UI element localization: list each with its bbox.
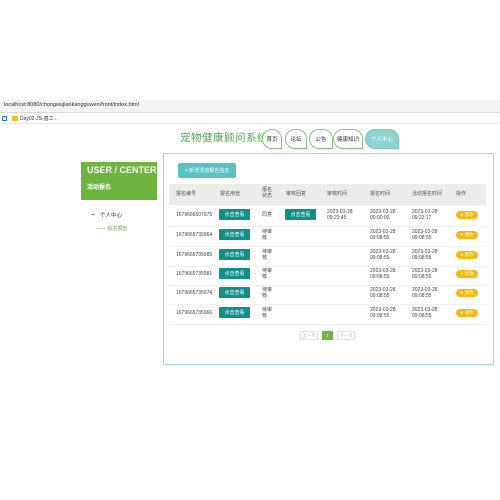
sidebar-item-registration[interactable]: —— 报名报告: [96, 225, 127, 232]
row-divider: [169, 285, 486, 286]
folder-icon[interactable]: [12, 116, 18, 121]
edit-button[interactable]: ● 修改: [456, 309, 478, 317]
cell-created-time: 2023-03-28 09:08:55: [412, 287, 438, 299]
cell-status: 待审 核: [262, 249, 273, 261]
address-text[interactable]: localhost:8080/chongwujiankangguwen/fron…: [4, 102, 139, 108]
add-registration-button[interactable]: + 新增活动报名信息: [178, 163, 236, 178]
blank-area: [0, 0, 500, 96]
view-reply-button[interactable]: 点击查看: [285, 209, 316, 220]
cell-created-time: 2023-03-28 09:08:55: [412, 249, 438, 261]
view-purpose-button[interactable]: 点击查看: [219, 209, 250, 220]
edit-button[interactable]: ● 修改: [456, 251, 478, 259]
cell-id: 1679665735985: [176, 252, 213, 258]
edit-button[interactable]: ● 修改: [456, 211, 478, 219]
column-header-reply: 审核回复: [286, 191, 307, 197]
cell-report-time: 2023-03-28 00:00:00: [370, 209, 396, 221]
view-purpose-button[interactable]: 点击查看: [219, 307, 250, 318]
cell-status: 待审 核: [262, 307, 273, 319]
sidebar-subtitle: 活动报名: [87, 185, 112, 191]
cell-report-time: 2023-03-28 09:08:55: [370, 287, 396, 299]
site-title: 宠物健康顾问系统: [180, 132, 268, 144]
edit-button[interactable]: ● 修改: [456, 270, 478, 278]
bookmark-item[interactable]: Day02-JS-基工...: [20, 115, 58, 122]
nav-tab-user-center[interactable]: 个人中心: [365, 129, 399, 149]
view-purpose-button[interactable]: 点击查看: [219, 249, 250, 260]
nav-tab-forum[interactable]: 论坛: [285, 129, 307, 149]
cell-id: 1679665735974: [176, 290, 213, 296]
cell-created-time: 2023-03-28 09:08:55: [412, 307, 438, 319]
view-purpose-button[interactable]: 点击查看: [219, 229, 250, 240]
cell-id: 1679665735981: [176, 271, 213, 277]
cell-id: 1679665735966: [176, 310, 213, 316]
cell-status: 同意: [262, 212, 273, 218]
nav-tab-knowledge[interactable]: 健康知识: [333, 129, 363, 149]
column-header-purpose: 报名用途: [220, 191, 241, 197]
cell-id: 1679665735964: [176, 232, 213, 238]
bookmark-app-icon[interactable]: [2, 116, 7, 121]
sidebar-title: USER / CENTER: [87, 165, 157, 175]
pagination-next[interactable]: 下一页: [337, 331, 355, 340]
edit-button[interactable]: ● 修改: [456, 289, 478, 297]
column-header-report-time: 报名时间: [370, 191, 391, 197]
edit-button[interactable]: ● 修改: [456, 231, 478, 239]
row-divider: [169, 246, 486, 247]
bookmarks-bar: [0, 113, 500, 124]
cell-report-time: 2023-03-28 09:08:55: [370, 307, 396, 319]
row-divider: [169, 304, 486, 305]
cell-report-time: 2023-03-28 09:08:55: [370, 229, 396, 241]
row-divider: [169, 226, 486, 227]
cell-id: 1679666507975: [176, 212, 213, 218]
cell-created-time: 2023-03-28 09:08:55: [412, 268, 438, 280]
view-purpose-button[interactable]: 点击查看: [219, 268, 250, 279]
sidebar-item-personal-center[interactable]: 个人中心: [100, 211, 122, 219]
pagination-page[interactable]: 1: [322, 331, 333, 340]
pagination-prev[interactable]: 上一页: [300, 331, 318, 340]
column-header-id: 报名编号: [176, 191, 197, 197]
cell-created-time: 2023-03-28 09:23:17: [412, 209, 438, 221]
cell-status: 待审 核: [262, 268, 273, 280]
menu-bullet: [91, 214, 95, 215]
cell-report-time: 2023-03-28 09:08:55: [370, 249, 396, 261]
column-header-status: 报名 状态: [262, 187, 273, 199]
column-header-audit-time: 审核时间: [327, 191, 348, 197]
cell-status: 待审 核: [262, 287, 273, 299]
cell-status: 待审 核: [262, 229, 273, 241]
nav-tab-home[interactable]: 首页: [262, 129, 282, 149]
view-purpose-button[interactable]: 点击查看: [219, 287, 250, 298]
row-divider: [169, 324, 486, 325]
cell-created-time: 2023-03-28 09:08:55: [412, 229, 438, 241]
column-header-actions: 操作: [456, 191, 467, 197]
column-header-created-time: 活动报名时间: [412, 191, 443, 197]
cell-audit-time: 2023-03-28 09:23:45: [327, 209, 353, 221]
row-divider: [169, 266, 486, 267]
nav-tab-notice[interactable]: 公告: [309, 129, 333, 149]
cell-report-time: 2023-03-28 09:08:55: [370, 268, 396, 280]
